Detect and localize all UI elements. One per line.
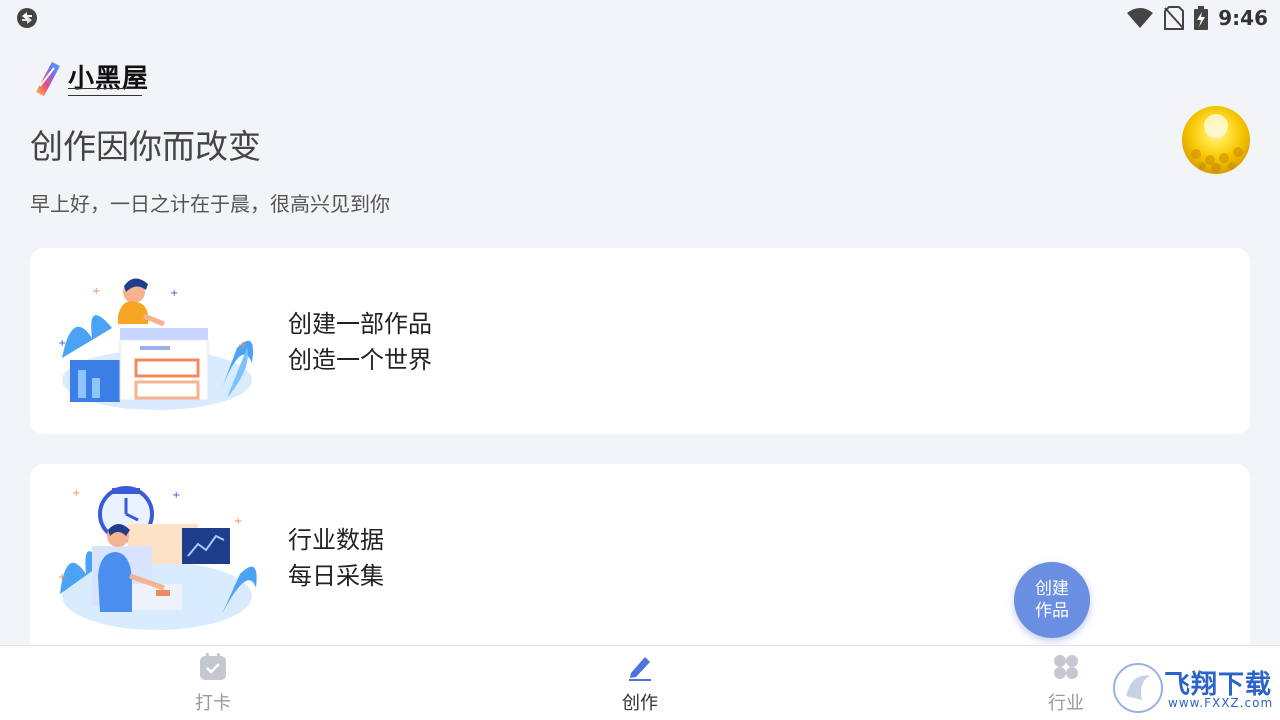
bottom-nav: 打卡 创作 行业 [0,645,1280,720]
nav-item-create[interactable]: 创作 [540,646,740,720]
grid-icon [1054,655,1078,679]
nav-label-checkin: 打卡 [195,693,231,714]
sync-icon [17,8,37,28]
no-sim-icon [1164,6,1185,30]
battery-charging-icon [1194,6,1209,30]
create-work-card-text: 创建一部作品 创造一个世界 [288,306,432,378]
card-line-2: 创造一个世界 [288,346,432,374]
avatar-image [1191,114,1243,173]
data-illustration: + + + + [58,486,257,630]
fab-line-2: 作品 [1035,601,1069,621]
svg-text:+: + [238,340,246,351]
logo-underline [68,88,142,96]
nav-label-create: 创作 [622,693,658,714]
status-time: 9:46 [1218,6,1268,30]
page-title: 创作因你而改变 [30,127,261,166]
create-work-card[interactable]: + + + + 创建一部作品 创造一个世界 [30,248,1250,434]
nav-label-industry: 行业 [1048,693,1084,714]
fab-line-1: 创建 [1035,579,1069,599]
svg-text:+: + [172,490,180,501]
svg-text:+: + [170,288,178,299]
pen-icon [629,657,651,681]
svg-text:+: + [58,338,66,349]
wifi-icon [1127,8,1154,28]
card-line-1: 行业数据 [288,526,384,554]
svg-text:+: + [92,286,100,297]
greeting-text: 早上好，一日之计在于晨，很高兴见到你 [30,192,390,216]
svg-text:+: + [72,488,80,499]
card-line-1: 创建一部作品 [288,310,432,338]
writer-illustration: + + + + [58,278,253,410]
card-line-2: 每日采集 [288,562,384,590]
checkin-icon [200,653,226,680]
svg-text:+: + [58,572,66,583]
avatar[interactable] [1182,106,1250,174]
industry-data-card-text: 行业数据 每日采集 [288,522,384,594]
nav-item-checkin[interactable]: 打卡 [113,646,313,720]
watermark-url: www.FXXZ.com [1168,696,1274,710]
create-work-fab[interactable]: 创建 作品 [1014,562,1090,638]
status-bar: 9:46 [0,0,1280,36]
svg-text:+: + [234,516,242,527]
status-icons: 9:46 [1126,5,1268,31]
